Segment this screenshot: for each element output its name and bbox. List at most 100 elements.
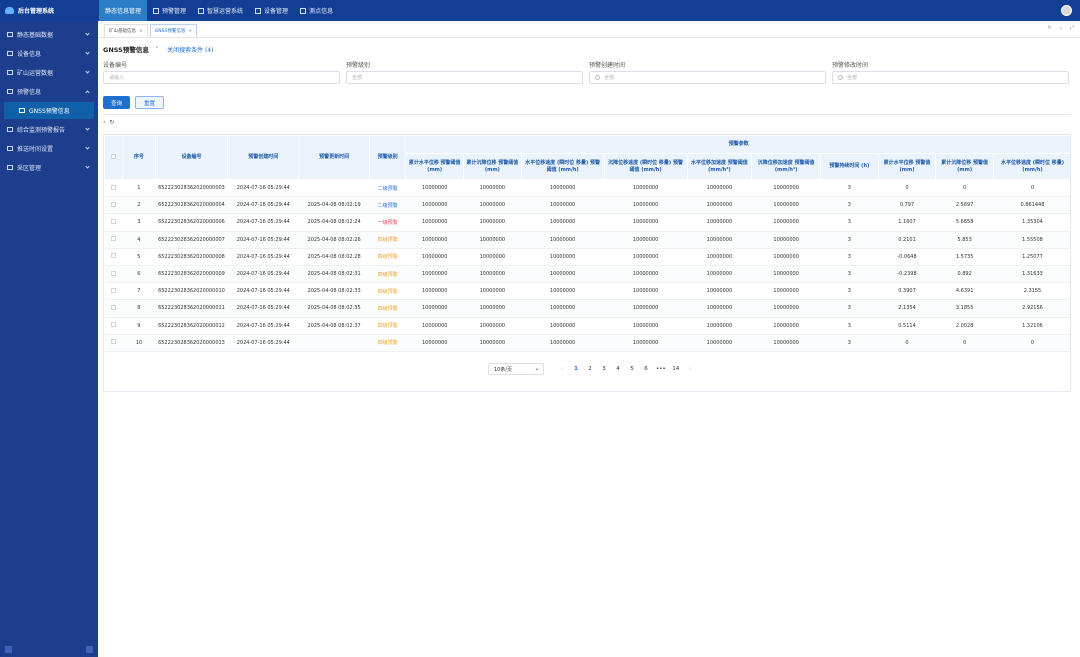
filter-created-time: 预警创建时间 全部: [589, 60, 826, 84]
table-row[interactable]: 8 652223028362020000011 2024-07-16 05:29:4…: [104, 299, 1070, 318]
table-cell: 0: [935, 179, 994, 198]
user-avatar[interactable]: [1061, 5, 1072, 16]
table-cell: 2024-07-16 05:29:44: [227, 334, 299, 352]
level-select[interactable]: 全部: [346, 71, 583, 84]
table-cell: 3: [820, 317, 879, 335]
sidebar-item-report[interactable]: 综合监测预警报告: [0, 120, 98, 139]
table-cell: 2025-04-08 08:02:31: [298, 265, 370, 284]
row-checkbox[interactable]: [104, 179, 123, 198]
table-cell: 4: [122, 231, 156, 249]
topnav-device[interactable]: 设备管理: [249, 0, 294, 21]
table-row[interactable]: 5 652223028362020000008 2024-07-16 05:29:4…: [104, 248, 1070, 266]
table-row[interactable]: 6 652223028362020000009 2024-07-16 05:29:4…: [104, 265, 1070, 284]
chevron-down-icon: [85, 145, 90, 150]
table-row[interactable]: 4 652223028362020000007 2024-07-16 05:29:4…: [104, 231, 1070, 249]
sidebar-item-device-info[interactable]: 设备信息: [0, 44, 98, 63]
pagination: 10条/页 ‹ 1 2 3 4 5 6 ••• 14 ›: [488, 363, 694, 375]
row-checkbox[interactable]: [104, 213, 123, 232]
row-checkbox[interactable]: [104, 282, 123, 301]
menu-icon: [7, 146, 13, 151]
topnav-points[interactable]: 测点信息: [294, 0, 339, 21]
page-button[interactable]: 2: [586, 366, 594, 372]
device-id-input[interactable]: 请输入: [103, 71, 340, 84]
collapse-icon[interactable]: [5, 646, 12, 653]
row-checkbox[interactable]: [104, 265, 123, 284]
chevron-left-icon[interactable]: ‹: [103, 119, 105, 126]
topnav-static-info[interactable]: 静态信息管理: [99, 0, 148, 21]
table-row[interactable]: 3 652223028362020000006 2024-07-16 05:29:4…: [104, 213, 1070, 232]
table-row[interactable]: 7 652223028362020000010 2024-07-16 05:29:4…: [104, 282, 1070, 301]
sidebar-item-push-time[interactable]: 推送时间设置: [0, 139, 98, 158]
table-cell: 2.3155: [993, 282, 1070, 301]
refresh-icon[interactable]: ↻: [109, 119, 114, 126]
row-checkbox[interactable]: [104, 299, 123, 318]
table-cell: 3: [820, 248, 879, 266]
warning-level-cell: 四级预警: [369, 299, 406, 318]
table-cell: 10: [122, 334, 156, 352]
table-cell: 10000000: [604, 179, 688, 198]
toggle-filter-link[interactable]: 关闭搜索条件 (4): [167, 45, 213, 54]
row-checkbox[interactable]: [104, 317, 123, 335]
page-button[interactable]: 4: [614, 366, 622, 372]
sidebar-item-static-data[interactable]: 静态基础数据: [0, 25, 98, 44]
table-row[interactable]: 9 652223028362020000012 2024-07-16 05:29:4…: [104, 317, 1070, 335]
sidebar-item-warning-info[interactable]: 预警信息: [0, 82, 98, 101]
menu-icon: [19, 108, 25, 113]
next-page-button[interactable]: ›: [686, 366, 694, 372]
page-size-select[interactable]: 10条/页: [488, 363, 544, 375]
app-logo[interactable]: 后台管理系统: [0, 0, 98, 21]
table-cell: [298, 179, 370, 198]
table-row[interactable]: 10 652223028362020000013 2024-07-16 05:29:…: [104, 334, 1070, 352]
created-time-picker[interactable]: 全部: [589, 71, 826, 84]
chevron-down-icon[interactable]: ⌄: [1059, 25, 1063, 31]
tab-mine-info[interactable]: 矿山基础信息 ×: [104, 24, 148, 37]
table-body: 1 652223028362020000003 2024-07-16 05:29:4…: [104, 179, 1070, 352]
page-button[interactable]: 5: [628, 366, 636, 372]
row-checkbox[interactable]: [104, 231, 123, 249]
page-button[interactable]: 1: [572, 366, 580, 372]
page-button[interactable]: 14: [672, 366, 680, 372]
close-icon[interactable]: ×: [188, 29, 192, 34]
page-button[interactable]: 3: [600, 366, 608, 372]
clock-icon: [595, 75, 600, 80]
table-cell: 1.35304: [993, 213, 1070, 232]
refresh-icon[interactable]: ↻: [1048, 25, 1052, 31]
sidebar-item-mine-data[interactable]: 矿山运营数据: [0, 63, 98, 82]
column-header: 累计水平位移 预警值 (mm): [877, 153, 937, 180]
table-cell: 2.92156: [993, 299, 1070, 318]
more-pages-button[interactable]: •••: [656, 366, 666, 372]
table-row[interactable]: 1 652223028362020000003 2024-07-16 05:29:4…: [104, 179, 1070, 198]
close-icon[interactable]: ×: [139, 29, 143, 34]
filter-label: 预警级别: [346, 62, 371, 69]
modified-time-picker[interactable]: 全部: [832, 71, 1069, 84]
settings-icon[interactable]: [86, 646, 93, 653]
top-bar: 后台管理系统 静态信息管理 预警管理 智慧运营系统 设备管理 测点信息: [0, 0, 1080, 21]
select-all-checkbox[interactable]: [104, 135, 124, 180]
warning-level-cell: 四级预警: [369, 248, 406, 266]
tab-gnss-warning[interactable]: GNSS预警信息 ×: [149, 24, 198, 37]
reset-button[interactable]: 重置: [135, 96, 165, 109]
table-row[interactable]: 2 652223028362020000004 2024-07-16 05:29:4…: [104, 196, 1070, 215]
row-checkbox[interactable]: [104, 196, 123, 215]
prev-page-button[interactable]: ‹: [558, 366, 566, 372]
row-checkbox[interactable]: [104, 334, 123, 352]
table-cell: 2025-04-08 08:02:28: [298, 248, 370, 266]
app-title: 后台管理系统: [18, 8, 55, 15]
topnav-smart-ops[interactable]: 智慧运营系统: [192, 0, 249, 21]
table-cell: 10000000: [521, 282, 605, 301]
table-cell: 10000000: [405, 265, 464, 284]
row-checkbox[interactable]: [104, 248, 123, 266]
warning-level-cell: 四级预警: [369, 282, 406, 301]
caret-up-icon[interactable]: ⌃: [155, 46, 159, 52]
table-cell: 3: [820, 299, 879, 318]
sidebar-item-gnss-warning[interactable]: GNSS预警信息: [4, 102, 94, 119]
sidebar-item-area[interactable]: 采区管理: [0, 158, 98, 177]
table-cell: 5.853: [935, 231, 994, 249]
query-button[interactable]: 查询: [103, 96, 131, 109]
table-cell: 0.3907: [878, 282, 936, 301]
table-cell: 2025-04-08 08:02:37: [298, 317, 370, 335]
topnav-warning[interactable]: 预警管理: [147, 0, 192, 21]
fullscreen-icon[interactable]: ⤢: [1070, 25, 1074, 31]
page-button[interactable]: 6: [642, 366, 650, 372]
warning-level-cell: 四级预警: [369, 231, 406, 249]
